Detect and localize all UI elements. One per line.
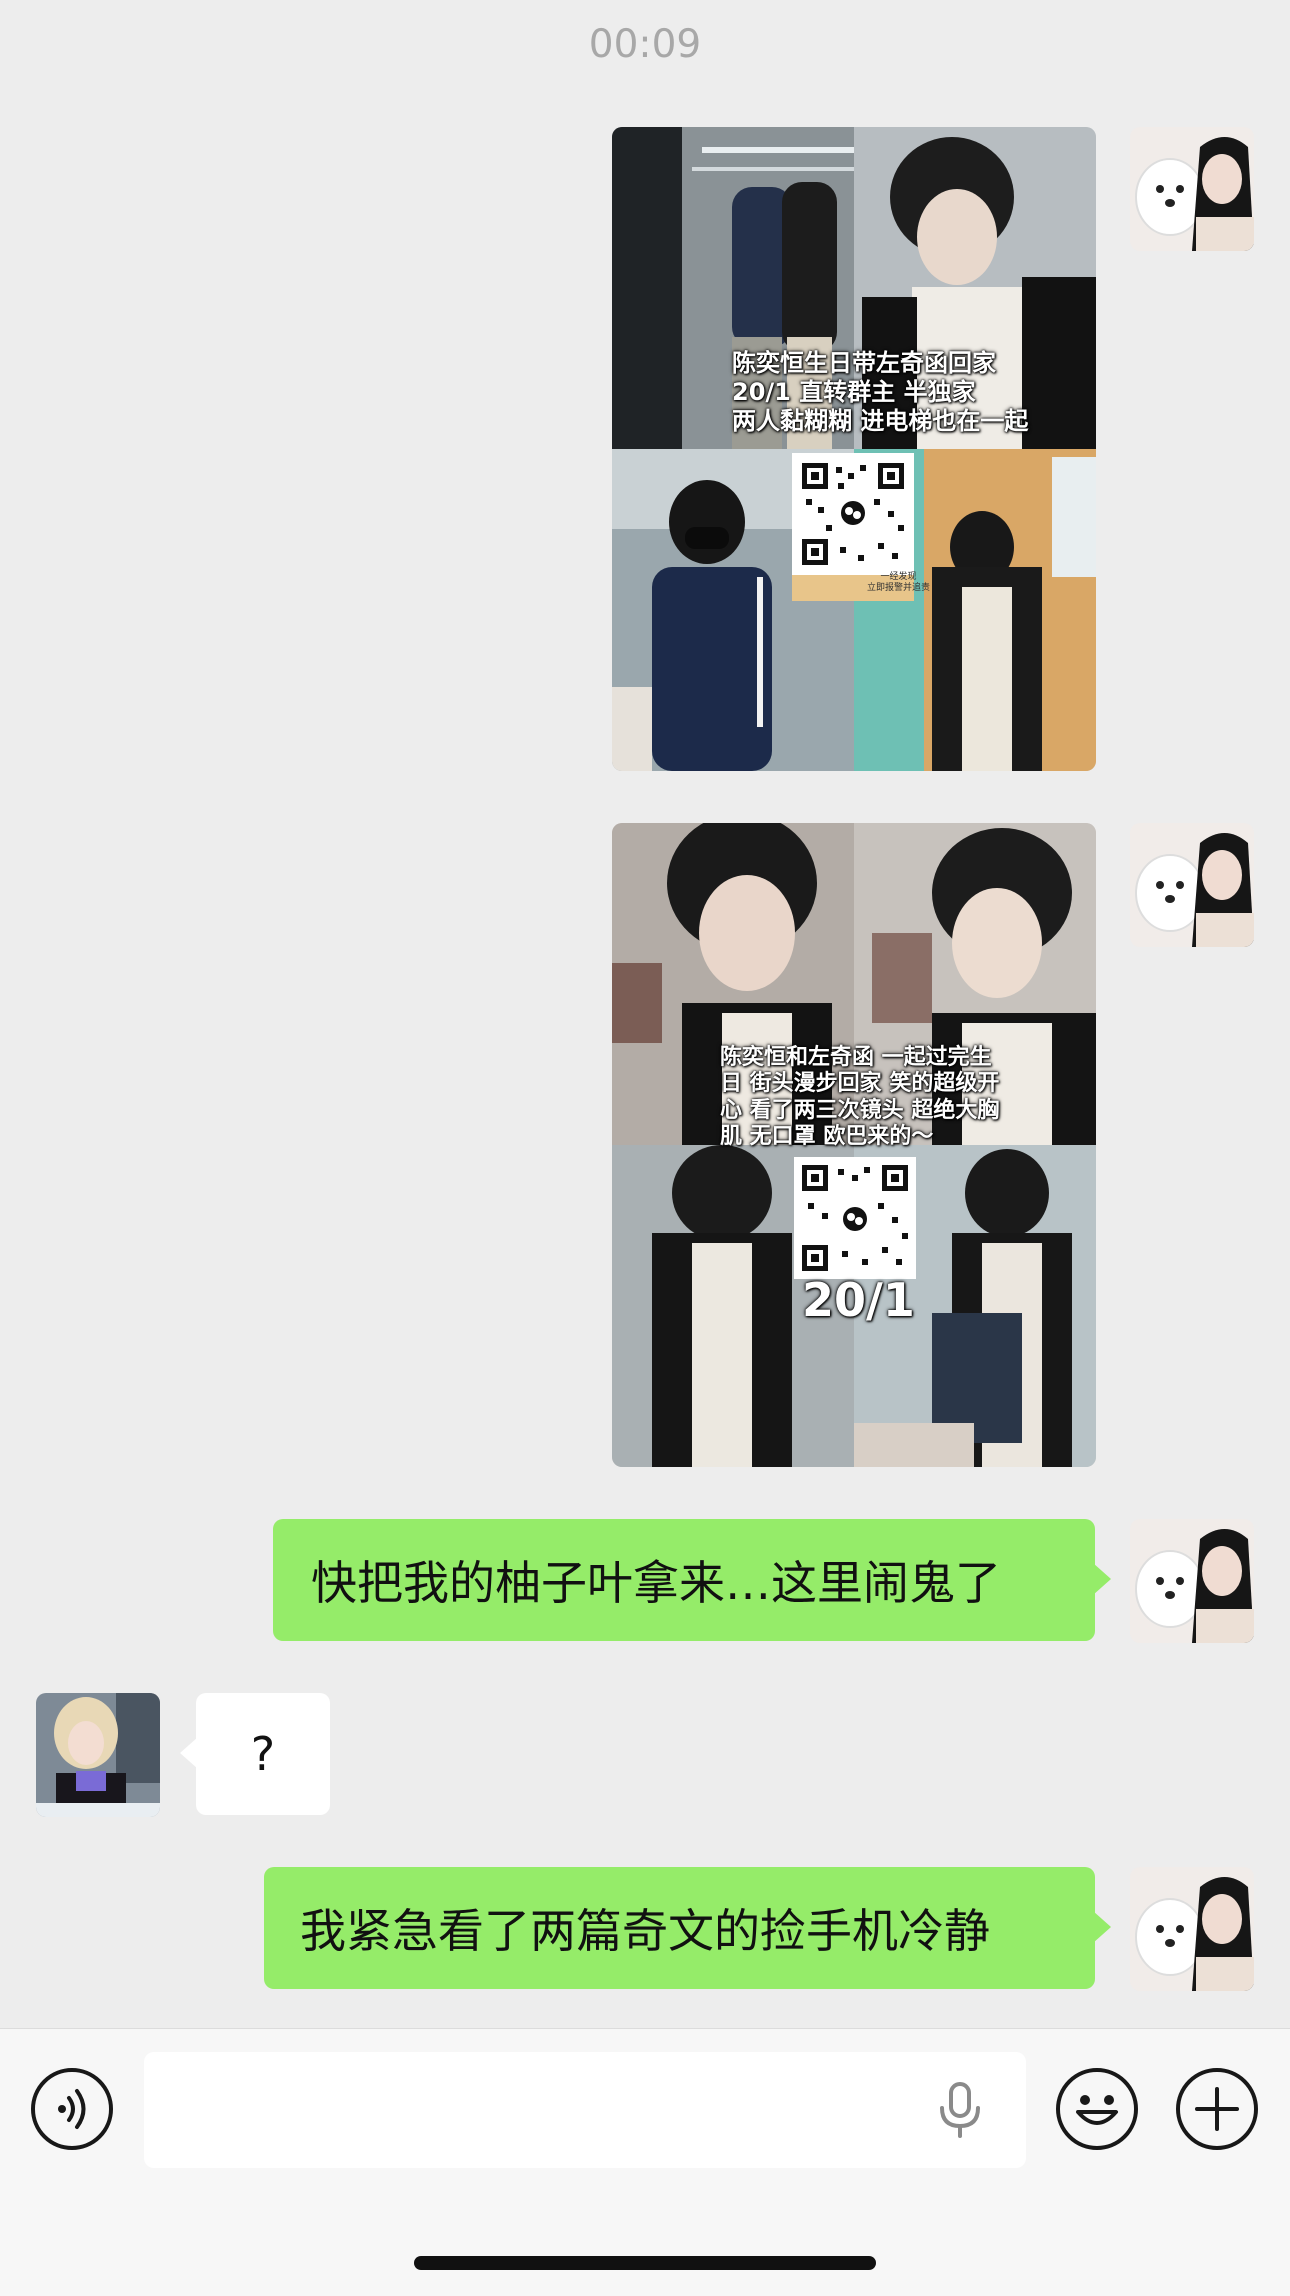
message-input[interactable]: [144, 2052, 1026, 2168]
plus-icon[interactable]: [1176, 2068, 1258, 2150]
message-text: ?: [250, 1727, 276, 1781]
contact-avatar[interactable]: [36, 1693, 160, 1817]
message-text: 快把我的柚子叶拿来…这里闹鬼了: [311, 1556, 1001, 1610]
home-indicator[interactable]: [414, 2256, 876, 2270]
my-message-bubble[interactable]: 快把我的柚子叶拿来…这里闹鬼了: [273, 1519, 1111, 1641]
qr-price-label: 20/1: [802, 1273, 915, 1327]
my-message-bubble[interactable]: 我紧急看了两篇奇文的捡手机冷静: [264, 1867, 1111, 1989]
image-overlay-caption-1: 陈奕恒生日带左奇函回家 20/1 直转群主 半独家 两人黏糊糊 进电梯也在一起: [732, 349, 1029, 435]
image-message-2[interactable]: 陈奕恒和左奇函 一起过完生 日 街头漫步回家 笑的超级开 心 看了两三次镜头 超…: [612, 823, 1096, 1467]
avatar-photo-icon: [1130, 823, 1254, 947]
avatar-photo-icon: [36, 1693, 160, 1817]
contact-message-bubble[interactable]: ?: [180, 1693, 330, 1815]
voice-icon[interactable]: [31, 2068, 113, 2150]
avatar-photo-icon: [1130, 1519, 1254, 1643]
image-overlay-caption-2: 陈奕恒和左奇函 一起过完生 日 街头漫步回家 笑的超级开 心 看了两三次镜头 超…: [720, 1045, 1000, 1150]
my-avatar[interactable]: [1130, 823, 1254, 947]
avatar-photo-icon: [1130, 1867, 1254, 1991]
photo-collage-1: [612, 127, 1096, 771]
qr-caption-1: 一经发现 立即报警并追责: [867, 572, 931, 593]
chat-timestamp: 00:09: [588, 22, 702, 67]
avatar-photo-icon: [1130, 127, 1254, 251]
my-avatar[interactable]: [1130, 1867, 1254, 1991]
microphone-icon[interactable]: [936, 2082, 984, 2138]
message-text: 我紧急看了两篇奇文的捡手机冷静: [300, 1904, 990, 1958]
my-avatar[interactable]: [1130, 1519, 1254, 1643]
emoji-icon[interactable]: [1056, 2068, 1138, 2150]
image-message-1[interactable]: 陈奕恒生日带左奇函回家 20/1 直转群主 半独家 两人黏糊糊 进电梯也在一起 …: [612, 127, 1096, 771]
my-avatar[interactable]: [1130, 127, 1254, 251]
